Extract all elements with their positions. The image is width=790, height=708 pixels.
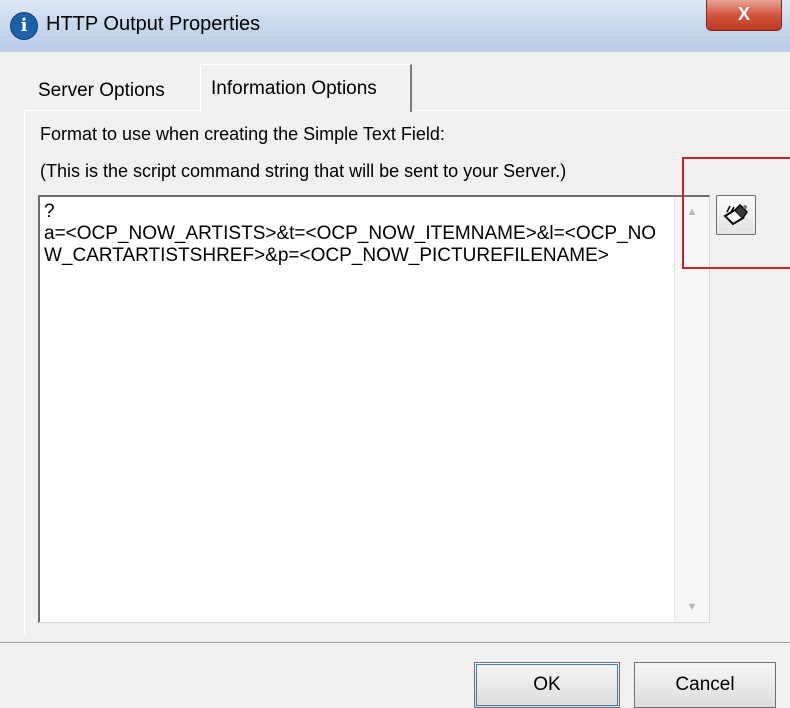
eyedropper-icon [723,203,748,226]
dialog-client-area: Server Options Information Options Forma… [0,52,790,708]
info-icon: i [10,12,38,40]
format-label: Format to use when creating the Simple T… [40,124,445,144]
tab-information-options[interactable]: Information Options [200,64,412,112]
button-divider [0,642,790,644]
title-bar: i HTTP Output Properties X [0,0,790,53]
close-button[interactable]: X [706,0,782,31]
scroll-down-arrow-icon[interactable]: ▼ [675,594,709,620]
format-text[interactable]: ? a=<OCP_NOW_ARTISTS>&t=<OCP_NOW_ITEMNAM… [44,201,672,267]
window-title: HTTP Output Properties [46,13,261,35]
format-textarea[interactable]: ? a=<OCP_NOW_ARTISTS>&t=<OCP_NOW_ITEMNAM… [38,195,710,623]
tab-server-options[interactable]: Server Options [28,72,198,110]
format-help-text: (This is the script command string that … [40,161,567,181]
insert-tag-button[interactable] [716,195,756,235]
